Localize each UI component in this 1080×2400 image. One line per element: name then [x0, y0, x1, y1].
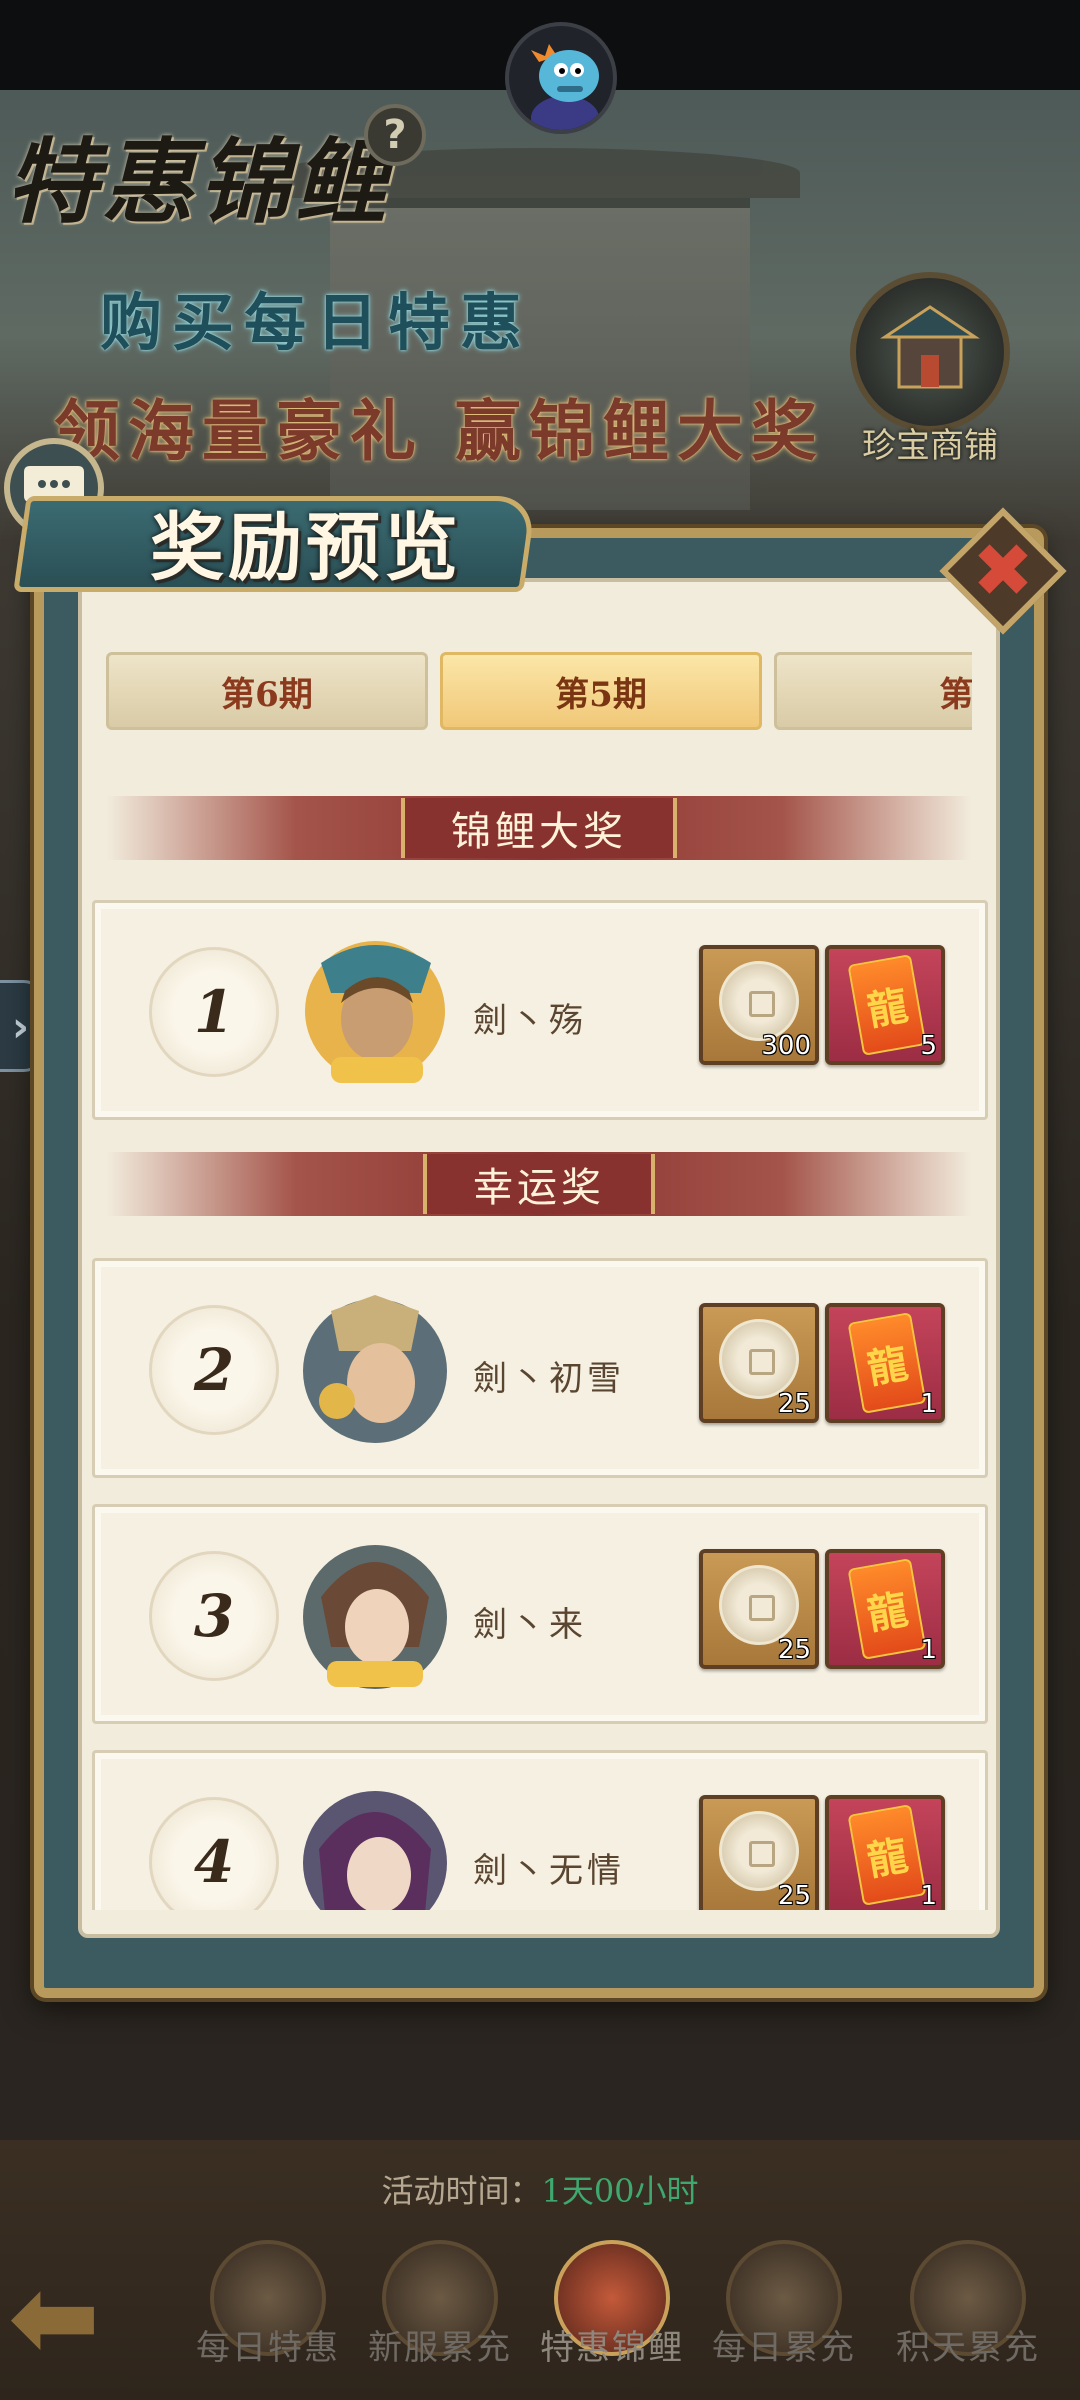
- lucky-prize-header: 幸运奖: [106, 1152, 972, 1216]
- coin-count: 25: [777, 1635, 811, 1665]
- grand-prize-header: 锦鲤大奖: [106, 796, 972, 860]
- close-icon: ✖: [971, 527, 1035, 614]
- coin-reward-item[interactable]: 25: [699, 1795, 819, 1910]
- rank-number: 3: [149, 1551, 279, 1681]
- back-arrow-icon: ⬅: [8, 2253, 101, 2381]
- activity-time: 活动时间：1天00小时: [0, 2166, 1080, 2212]
- lucky-prize-title: 幸运奖: [423, 1154, 655, 1214]
- hero-portrait-icon: [303, 1791, 447, 1910]
- modal-title: 奖励预览: [150, 505, 462, 591]
- coin-icon: [719, 1565, 799, 1645]
- nav-new-server-recharge[interactable]: 新服累充: [352, 2240, 528, 2390]
- slogan-line-2: 领海量豪礼 赢锦鲤大奖: [54, 392, 825, 470]
- nav-label: 每日特惠: [196, 2328, 340, 2368]
- activity-time-value: 1天00小时: [541, 2172, 699, 2210]
- player-avatar[interactable]: [505, 22, 617, 134]
- tab-period-4[interactable]: 第4期: [774, 652, 972, 730]
- envelope-count: 5: [920, 1031, 937, 1061]
- hero-portrait-icon: [305, 941, 445, 1083]
- rank-number: 4: [149, 1797, 279, 1910]
- coin-reward-item[interactable]: 300: [699, 945, 819, 1065]
- activity-time-label: 活动时间：: [381, 2172, 542, 2210]
- tab-period-6[interactable]: 第6期: [106, 652, 428, 730]
- envelope-count: 1: [920, 1389, 937, 1419]
- grand-prize-title: 锦鲤大奖: [401, 798, 677, 858]
- hero-portrait-icon: [303, 1295, 447, 1443]
- hero-portrait-icon: [303, 1545, 447, 1689]
- red-envelope-icon: 龍: [847, 954, 927, 1056]
- reward-row-rank-1: 1 劍丶殇 300 龍 5: [92, 900, 988, 1120]
- coin-icon: [719, 961, 799, 1041]
- period-tabs: 第6期 第5期 第4期: [106, 652, 972, 732]
- red-envelope-icon: 龍: [847, 1312, 927, 1414]
- shop-pavilion-icon: [850, 272, 1010, 432]
- back-button[interactable]: ⬅: [8, 2262, 158, 2372]
- rank-number: 2: [149, 1305, 279, 1435]
- reward-row-rank-4: 4 劍丶无情 25 龍 1: [92, 1750, 988, 1910]
- nav-cumulative-days-recharge[interactable]: 积天累充: [868, 2240, 1068, 2390]
- rank-number: 1: [149, 947, 279, 1077]
- reward-row-rank-3: 3 劍丶来 25 龍 1: [92, 1504, 988, 1724]
- red-envelope-reward-item[interactable]: 龍 1: [825, 1549, 945, 1669]
- nav-daily-deals[interactable]: 每日特惠: [180, 2240, 356, 2390]
- coin-count: 25: [777, 1389, 811, 1419]
- red-envelope-reward-item[interactable]: 龍 1: [825, 1795, 945, 1910]
- envelope-count: 1: [920, 1881, 937, 1910]
- nav-daily-recharge[interactable]: 每日累充: [696, 2240, 872, 2390]
- coin-count: 300: [761, 1031, 811, 1061]
- reward-list[interactable]: 1 劍丶殇 300 龍 5 幸运奖 2 劍丶初雪 25 龍 1 3 劍丶来 25…: [90, 890, 990, 1910]
- treasure-shop-button[interactable]: 珍宝商铺: [840, 272, 1020, 482]
- bottom-nav: 每日特惠 新服累充 特惠锦鲤 每日累充 积天累充: [180, 2240, 1080, 2390]
- nav-lucky-koi[interactable]: 特惠锦鲤: [524, 2240, 700, 2390]
- hero-name: 劍丶殇: [473, 1001, 587, 1041]
- event-title: 特惠锦鲤: [6, 128, 391, 236]
- tab-period-5[interactable]: 第5期: [440, 652, 762, 730]
- hero-name: 劍丶无情: [473, 1851, 625, 1891]
- red-envelope-reward-item[interactable]: 龍 5: [825, 945, 945, 1065]
- shop-label: 珍宝商铺: [862, 426, 998, 466]
- coin-icon: [719, 1319, 799, 1399]
- nav-label: 新服累充: [368, 2328, 512, 2368]
- coin-reward-item[interactable]: 25: [699, 1303, 819, 1423]
- nav-label: 特惠锦鲤: [540, 2328, 684, 2368]
- envelope-count: 1: [920, 1635, 937, 1665]
- chevron-right-icon: ›: [11, 1001, 30, 1051]
- hero-name: 劍丶初雪: [473, 1359, 625, 1399]
- slogan-line-1: 购买每日特惠: [100, 286, 533, 359]
- reward-row-rank-2: 2 劍丶初雪 25 龍 1: [92, 1258, 988, 1478]
- coin-reward-item[interactable]: 25: [699, 1549, 819, 1669]
- coin-icon: [719, 1811, 799, 1891]
- red-envelope-reward-item[interactable]: 龍 1: [825, 1303, 945, 1423]
- red-envelope-icon: 龍: [847, 1804, 927, 1906]
- hero-name: 劍丶来: [473, 1605, 587, 1645]
- help-button[interactable]: ?: [364, 104, 426, 166]
- coin-count: 25: [777, 1881, 811, 1910]
- nav-label: 每日累充: [712, 2328, 856, 2368]
- red-envelope-icon: 龍: [847, 1558, 927, 1660]
- nav-label: 积天累充: [896, 2328, 1040, 2368]
